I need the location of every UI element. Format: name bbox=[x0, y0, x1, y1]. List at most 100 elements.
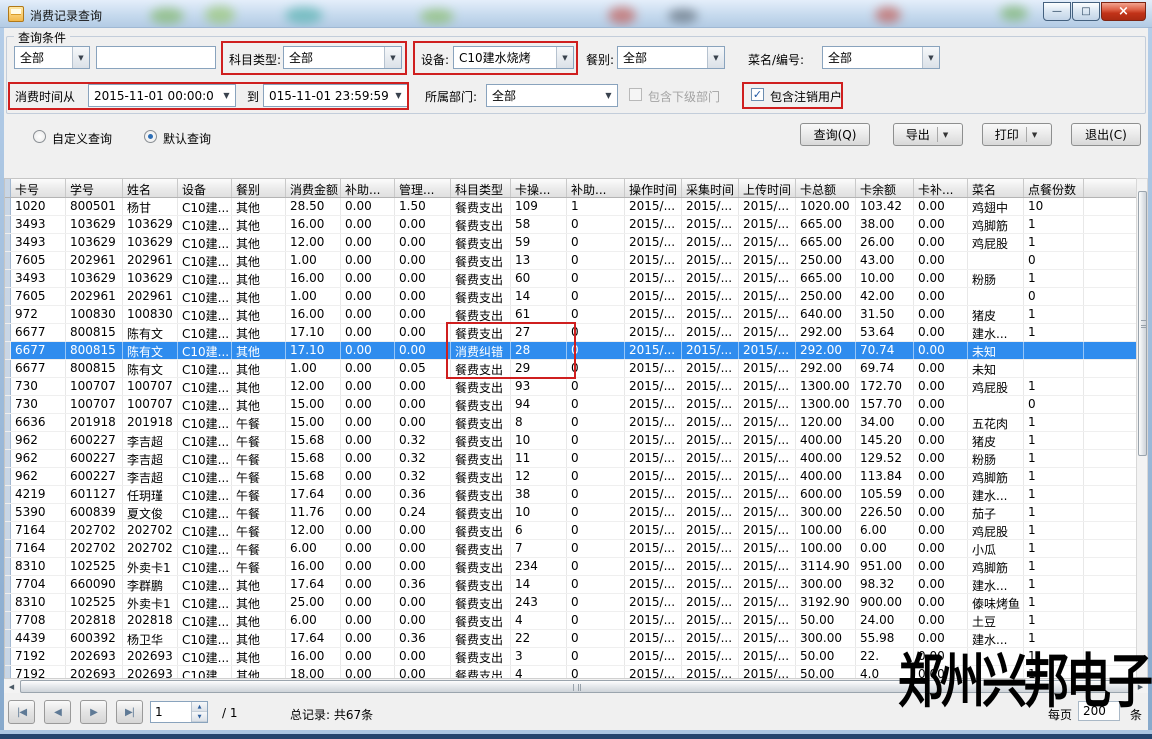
table-cell: 17.10 bbox=[286, 324, 341, 341]
filter-combo[interactable]: 全部 ▼ bbox=[14, 46, 90, 69]
dish-combo[interactable]: 全部 ▼ bbox=[822, 46, 940, 69]
table-row[interactable]: 6677800815陈有文C10建...其他17.100.000.00消费纠错2… bbox=[5, 342, 1136, 360]
column-header[interactable]: 菜名 bbox=[968, 179, 1024, 197]
vertical-scrollbar[interactable] bbox=[1136, 178, 1148, 678]
time-to-picker[interactable]: 015-11-01 23:59:59 ▼ bbox=[263, 84, 408, 107]
table-row[interactable]: 4219601127任玥瑾C10建...午餐17.640.000.36餐费支出3… bbox=[5, 486, 1136, 504]
column-header[interactable]: 采集时间 bbox=[682, 179, 739, 197]
column-header[interactable]: 补助... bbox=[567, 179, 625, 197]
device-combo[interactable]: C10建水烧烤 ▼ bbox=[453, 46, 574, 69]
table-row[interactable]: 972100830100830C10建...其他16.000.000.00餐费支… bbox=[5, 306, 1136, 324]
table-row[interactable]: 6677800815陈有文C10建...其他1.000.000.05餐费支出29… bbox=[5, 360, 1136, 378]
column-header[interactable]: 点餐份数 bbox=[1024, 179, 1084, 197]
table-row[interactable]: 4439600392杨卫华C10建...其他17.640.000.36餐费支出2… bbox=[5, 630, 1136, 648]
scroll-right-icon[interactable]: ▶ bbox=[1133, 680, 1148, 693]
table-row[interactable]: 3493103629103629C10建...其他16.000.000.00餐费… bbox=[5, 216, 1136, 234]
chevron-down-icon[interactable]: ▼ bbox=[72, 47, 89, 68]
table-row[interactable]: 7192202693202693C10建...其他16.000.000.00餐费… bbox=[5, 648, 1136, 666]
horizontal-scrollbar-thumb[interactable] bbox=[20, 680, 1130, 693]
table-row[interactable]: 7704660090李群鹏C10建...其他17.640.000.36餐费支出1… bbox=[5, 576, 1136, 594]
radio-custom-query-label: 自定义查询 bbox=[52, 130, 112, 147]
column-header[interactable]: 上传时间 bbox=[739, 179, 796, 197]
page-size-input[interactable]: 200 bbox=[1078, 701, 1120, 721]
table-row[interactable]: 7605202961202961C10建...其他1.000.000.00餐费支… bbox=[5, 288, 1136, 306]
radio-default-query[interactable] bbox=[144, 130, 157, 143]
radio-custom-query[interactable] bbox=[33, 130, 46, 143]
column-header[interactable]: 卡总额 bbox=[796, 179, 856, 197]
horizontal-scrollbar[interactable]: ◀ ▶ bbox=[4, 678, 1148, 693]
include-cancelled-checkbox[interactable]: ✓ bbox=[751, 88, 764, 101]
dept-combo[interactable]: 全部 ▼ bbox=[486, 84, 618, 107]
column-header[interactable]: 卡补... bbox=[914, 179, 968, 197]
query-button[interactable]: 查询(Q) bbox=[800, 123, 870, 146]
column-header[interactable]: 卡操... bbox=[511, 179, 567, 197]
column-header[interactable]: 操作时间 bbox=[625, 179, 682, 197]
column-header[interactable]: 补助... bbox=[341, 179, 395, 197]
column-header[interactable]: 卡号 bbox=[11, 179, 66, 197]
column-header[interactable]: 餐别 bbox=[232, 179, 286, 197]
scroll-left-icon[interactable]: ◀ bbox=[4, 680, 19, 693]
table-row[interactable]: 5390600839夏文俊C10建...午餐11.760.000.24餐费支出1… bbox=[5, 504, 1136, 522]
table-cell: 0 bbox=[567, 558, 625, 575]
nav-first-page-button[interactable]: |◀ bbox=[8, 700, 35, 724]
chevron-down-icon[interactable]: ▼ bbox=[943, 131, 950, 139]
table-row[interactable]: 8310102525外卖卡1C10建...午餐16.000.000.00餐费支出… bbox=[5, 558, 1136, 576]
minimize-button[interactable]: — bbox=[1043, 2, 1071, 21]
page-number-spinner[interactable]: 1 ▲ ▼ bbox=[150, 701, 208, 723]
nav-next-page-button[interactable]: ▶ bbox=[80, 700, 107, 724]
spin-up-icon[interactable]: ▲ bbox=[192, 702, 207, 712]
chevron-down-icon[interactable]: ▼ bbox=[384, 47, 401, 68]
close-button[interactable]: × bbox=[1101, 2, 1146, 21]
chevron-down-icon[interactable]: ▼ bbox=[600, 85, 617, 106]
keyword-input[interactable] bbox=[96, 46, 216, 69]
table-row[interactable]: 7192202693202693C10建...其他18.000.000.00餐费… bbox=[5, 666, 1136, 678]
table-row[interactable]: 7605202961202961C10建...其他1.000.000.00餐费支… bbox=[5, 252, 1136, 270]
table-row[interactable]: 3493103629103629C10建...其他12.000.000.00餐费… bbox=[5, 234, 1136, 252]
column-header[interactable]: 消费金额 bbox=[286, 179, 341, 197]
table-cell: 粉肠 bbox=[968, 450, 1024, 467]
table-row[interactable]: 6636201918201918C10建...午餐15.000.000.00餐费… bbox=[5, 414, 1136, 432]
column-header[interactable]: 科目类型 bbox=[451, 179, 511, 197]
print-button[interactable]: 打印 ▼ bbox=[982, 123, 1052, 146]
nav-prev-page-button[interactable]: ◀ bbox=[44, 700, 71, 724]
check-icon: ✓ bbox=[753, 88, 762, 101]
column-header[interactable]: 学号 bbox=[66, 179, 123, 197]
column-header[interactable]: 管理... bbox=[395, 179, 451, 197]
table-row[interactable]: 962600227李吉超C10建...午餐15.680.000.32餐费支出11… bbox=[5, 450, 1136, 468]
table-row[interactable]: 7164202702202702C10建...午餐12.000.000.00餐费… bbox=[5, 522, 1136, 540]
subject-type-combo[interactable]: 全部 ▼ bbox=[283, 46, 402, 69]
table-row[interactable]: 7164202702202702C10建...午餐6.000.000.00餐费支… bbox=[5, 540, 1136, 558]
vertical-scrollbar-thumb[interactable] bbox=[1138, 191, 1147, 456]
column-header[interactable]: 卡余额 bbox=[856, 179, 914, 197]
column-header[interactable]: 姓名 bbox=[123, 179, 178, 197]
table-row[interactable]: 962600227李吉超C10建...午餐15.680.000.32餐费支出10… bbox=[5, 432, 1136, 450]
chevron-down-icon[interactable]: ▼ bbox=[556, 47, 573, 68]
table-cell: 餐费支出 bbox=[451, 468, 511, 485]
include-sub-dept-checkbox[interactable] bbox=[629, 88, 642, 101]
export-button[interactable]: 导出 ▼ bbox=[893, 123, 963, 146]
table-row[interactable]: 1020800501杨甘C10建...其他28.500.001.50餐费支出10… bbox=[5, 198, 1136, 216]
table-cell: 600227 bbox=[66, 450, 123, 467]
nav-last-page-button[interactable]: ▶| bbox=[116, 700, 143, 724]
maximize-button[interactable]: □ bbox=[1072, 2, 1100, 21]
chevron-down-icon[interactable]: ▼ bbox=[390, 85, 407, 106]
table-cell: 午餐 bbox=[232, 486, 286, 503]
table-row[interactable]: 962600227李吉超C10建...午餐15.680.000.32餐费支出12… bbox=[5, 468, 1136, 486]
chevron-down-icon[interactable]: ▼ bbox=[218, 85, 235, 106]
meal-combo[interactable]: 全部 ▼ bbox=[617, 46, 725, 69]
table-cell: 202818 bbox=[66, 612, 123, 629]
chevron-down-icon[interactable]: ▼ bbox=[1032, 131, 1039, 139]
chevron-down-icon[interactable]: ▼ bbox=[707, 47, 724, 68]
time-from-picker[interactable]: 2015-11-01 00:00:0 ▼ bbox=[88, 84, 236, 107]
spin-down-icon[interactable]: ▼ bbox=[192, 712, 207, 722]
table-cell: 猪皮 bbox=[968, 306, 1024, 323]
table-row[interactable]: 7708202818202818C10建...其他6.000.000.00餐费支… bbox=[5, 612, 1136, 630]
exit-button[interactable]: 退出(C) bbox=[1071, 123, 1141, 146]
table-row[interactable]: 8310102525外卖卡1C10建...其他25.000.000.00餐费支出… bbox=[5, 594, 1136, 612]
column-header[interactable]: 设备 bbox=[178, 179, 232, 197]
chevron-down-icon[interactable]: ▼ bbox=[922, 47, 939, 68]
table-row[interactable]: 730100707100707C10建...其他12.000.000.00餐费支… bbox=[5, 378, 1136, 396]
table-row[interactable]: 3493103629103629C10建...其他16.000.000.00餐费… bbox=[5, 270, 1136, 288]
table-row[interactable]: 6677800815陈有文C10建...其他17.100.000.00餐费支出2… bbox=[5, 324, 1136, 342]
table-row[interactable]: 730100707100707C10建...其他15.000.000.00餐费支… bbox=[5, 396, 1136, 414]
